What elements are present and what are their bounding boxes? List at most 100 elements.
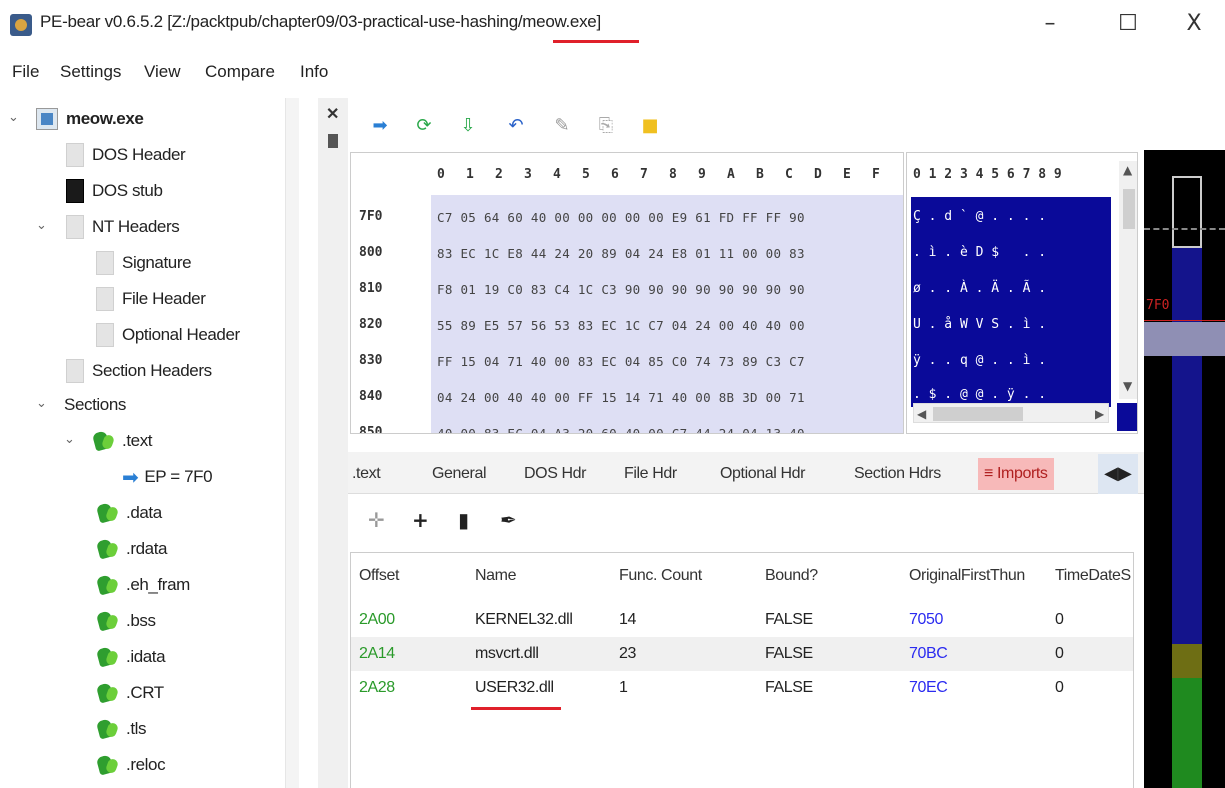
map-ep-label: 7F0 [1146,298,1170,313]
menu-view[interactable]: View [144,62,181,82]
tree-item-section-reloc[interactable]: .reloc [96,750,166,780]
undo-icon[interactable]: ↶ [506,116,526,136]
ascii-row[interactable]: . $ . @ @ . ÿ . . [913,387,1046,402]
ascii-row[interactable]: Ç . d ` @ . . . . [913,209,1046,224]
tree-item-section-text[interactable]: ⌄ .text [64,426,153,456]
menu-settings[interactable]: Settings [60,62,121,82]
tab-optional-hdr[interactable]: Optional Hdr [714,458,811,490]
save-document-icon[interactable]: ▮ [458,508,469,532]
scroll-left-icon[interactable]: ◀ [917,407,926,421]
hex-bytes-row[interactable]: FF 15 04 71 40 00 83 EC 04 85 C0 74 73 8… [437,354,805,369]
scroll-right-icon[interactable]: ▶ [1095,407,1104,421]
chevron-down-icon[interactable]: ⌄ [36,396,47,411]
cell-bound: FALSE [765,645,813,662]
column-header-name[interactable]: Name [475,567,516,585]
tree-item-file-header[interactable]: File Header [96,284,206,314]
chevron-down-icon[interactable]: ⌄ [64,432,75,447]
chevron-down-icon[interactable]: ⌄ [8,110,19,125]
tree-item-section-data[interactable]: .data [96,498,162,528]
edit-icon[interactable]: ✎ [552,116,572,136]
pen-icon[interactable]: ✒ [500,508,517,532]
tree-item-entry-point[interactable]: ➡ EP = 7F0 [122,462,213,492]
hex-bytes-row[interactable]: C7 05 64 60 40 00 00 00 00 00 E9 61 FD F… [437,210,805,225]
maximize-button[interactable]: ☐ [1108,6,1148,42]
column-header-bound[interactable]: Bound? [765,567,818,585]
tree-item-root[interactable]: ⌄ meow.exe [8,104,144,134]
ascii-horizontal-thumb[interactable] [933,407,1023,421]
column-header-func-count[interactable]: Func. Count [619,567,702,585]
cell-bound: FALSE [765,611,813,628]
column-header-timedatestamp[interactable]: TimeDateS [1055,567,1131,585]
map-ep-line [1144,320,1225,321]
tree-item-label: .text [122,431,153,450]
hex-view[interactable]: 0 1 2 3 4 5 6 7 8 9 A B C D E F 7F0 800 … [350,152,904,434]
minimize-button[interactable]: – [1030,6,1070,42]
tab-dos-hdr[interactable]: DOS Hdr [518,458,592,490]
chevron-down-icon[interactable]: ⌄ [36,218,47,233]
tree-item-section-eh-fram[interactable]: .eh_fram [96,570,190,600]
hex-col-e: E [843,167,851,182]
tab-bar: .text General DOS Hdr File Hdr Optional … [348,452,1144,494]
ascii-row[interactable]: U . å W V S . ì . [913,317,1046,332]
move-icon[interactable]: ✛ [368,508,385,532]
hex-bytes-row[interactable]: F8 01 19 C0 83 C4 1C C3 90 90 90 90 90 9… [437,282,805,297]
section-map[interactable]: 7F0 [1144,150,1225,788]
tab-file-hdr[interactable]: File Hdr [618,458,683,490]
ascii-view[interactable]: 0 1 2 3 4 5 6 7 8 9 Ç . d ` @ . . . . . … [906,152,1138,434]
refresh-icon[interactable]: ⟳ [414,116,434,136]
tree-item-section-bss[interactable]: .bss [96,606,156,636]
scroll-down-icon[interactable]: ▼ [1123,379,1132,393]
table-row[interactable]: 2A00 KERNEL32.dll 14 FALSE 7050 0 [351,603,1133,637]
copy-icon[interactable]: ⎘ [596,116,616,136]
tree-item-section-crt[interactable]: .CRT [96,678,164,708]
lock-icon[interactable]: ■ [640,116,660,136]
document-icon [66,143,84,167]
add-icon[interactable]: + [412,508,429,532]
table-row[interactable]: 2A28 USER32.dll 1 FALSE 70EC 0 [351,671,1133,705]
ascii-row[interactable]: . ì . è D $ . . [913,245,1046,260]
tree-item-optional-header[interactable]: Optional Header [96,320,240,350]
column-header-original-first-thunk[interactable]: OriginalFirstThun [909,567,1025,585]
binary-stub-icon [66,179,84,203]
panel-splitter[interactable] [318,98,348,788]
ascii-row[interactable]: ø . . À . Ä . Ã . [913,281,1046,296]
ascii-row[interactable]: ÿ . . q @ . . ì . [913,353,1046,368]
close-button[interactable]: X [1174,6,1214,42]
hex-bytes-row[interactable]: 04 24 00 40 40 00 FF 15 14 71 40 00 8B 3… [437,390,805,405]
tree-item-label: File Header [122,289,206,308]
tree-item-signature[interactable]: Signature [96,248,192,278]
hex-offset: 800 [359,245,383,260]
scroll-up-icon[interactable]: ▲ [1123,163,1132,177]
menu-file[interactable]: File [12,62,39,82]
tree-item-section-headers[interactable]: Section Headers [66,356,212,386]
hex-bytes-row[interactable]: 83 EC 1C E8 44 24 20 89 04 24 E8 01 11 0… [437,246,805,261]
tree-item-label: Sections [64,395,127,414]
tree-scrollbar[interactable] [285,98,299,788]
menu-compare[interactable]: Compare [205,62,275,82]
tree-item-section-rdata[interactable]: .rdata [96,534,167,564]
tab-text[interactable]: .text [346,458,386,490]
tree-item-sections[interactable]: ⌄ Sections [36,390,127,420]
tab-general[interactable]: General [426,458,492,490]
ascii-vertical-thumb[interactable] [1123,189,1135,229]
save-icon[interactable]: ⇩ [458,116,478,136]
hex-bytes-row[interactable]: 55 89 E5 57 56 53 83 EC 1C C7 04 24 00 4… [437,318,805,333]
hex-col-7: 7 [640,167,648,182]
hex-col-f: F [872,167,880,182]
tab-imports[interactable]: ≡ Imports [978,458,1054,490]
tree-item-nt-headers[interactable]: ⌄ NT Headers [36,212,180,242]
tree-item-dos-stub[interactable]: DOS stub [66,176,163,206]
tab-section-hdrs[interactable]: Section Hdrs [848,458,947,490]
column-header-offset[interactable]: Offset [359,567,399,585]
table-row[interactable]: 2A14 msvcrt.dll 23 FALSE 70BC 0 [351,637,1133,671]
close-panel-icon[interactable]: ✕ [326,104,339,124]
menu-info[interactable]: Info [300,62,328,82]
tree-item-section-tls[interactable]: .tls [96,714,147,744]
tab-scroll-arrows-icon[interactable]: ◀▶ [1098,454,1138,494]
tree-item-dos-header[interactable]: DOS Header [66,140,186,170]
pin-icon[interactable] [328,134,338,148]
hex-bytes-row[interactable]: 40 00 83 EC 04 A3 20 60 40 00 C7 44 24 0… [437,426,805,433]
tree-item-section-idata[interactable]: .idata [96,642,166,672]
go-to-icon[interactable]: ➡ [370,116,390,136]
cell-original-first-thunk: 7050 [909,611,943,628]
